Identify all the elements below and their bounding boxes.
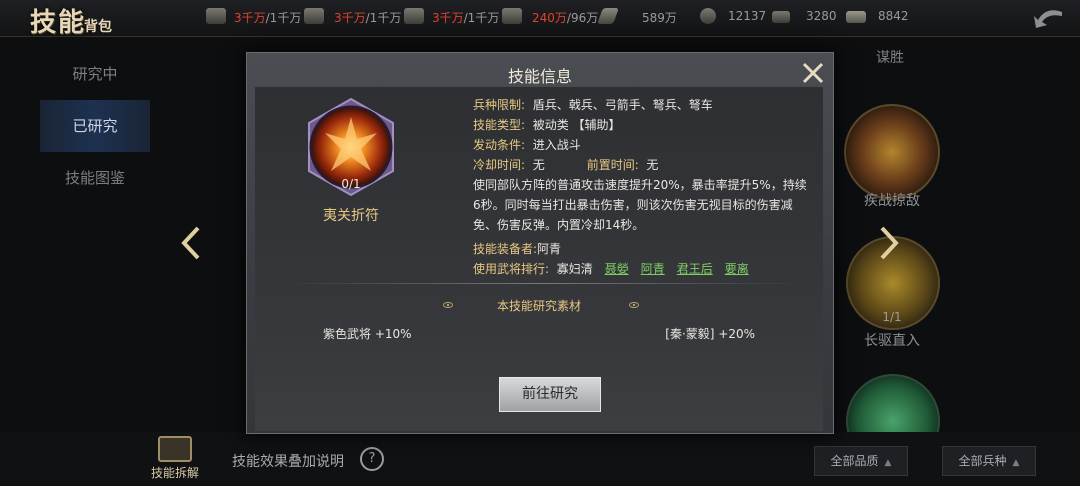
bg-card-label: 长驱直入 <box>864 333 920 349</box>
bg-card-label: 疾战掠敌 <box>864 193 920 209</box>
materials-title: 本技能研究素材 <box>496 299 581 313</box>
skill-details: 兵种限制: 盾兵、戟兵、弓箭手、弩兵、弩车 技能类型: 被动类 【辅助】 发动条… <box>473 95 813 279</box>
skill-info-dialog: 技能信息 0/1 夷关折符 兵种限制: 盾兵、戟兵、弓箭手、弩兵、弩车 技能类型… <box>246 52 834 434</box>
resource-order: 589万 <box>642 11 677 25</box>
quality-filter-select[interactable]: 全部品质 ▲ <box>814 446 908 476</box>
bg-card-top-right[interactable]: 谋胜 <box>848 36 932 68</box>
skill-type-row: 技能类型: 被动类 【辅助】 <box>473 118 621 132</box>
skill-count: 0/1 <box>341 177 361 191</box>
trigger-row: 发动条件: 进入战斗 <box>473 138 581 152</box>
stone-icon <box>404 8 424 24</box>
equipped-row: 技能装备者:阿青 <box>473 242 562 256</box>
go-research-button[interactable]: 前往研究 <box>499 377 601 412</box>
prev-arrow-icon[interactable] <box>180 226 202 260</box>
next-arrow-icon[interactable] <box>878 226 900 260</box>
jade-icon <box>772 11 790 23</box>
grain-icon <box>206 8 226 24</box>
bg-card-right-3[interactable] <box>846 372 940 468</box>
resource-gold: 8842 <box>878 9 909 23</box>
bg-card-count: 1/1 <box>882 310 902 324</box>
skill-description: 使同部队方阵的普通攻击速度提升20%，暴击率提升5%，持续6秒。同时每当打出暴击… <box>473 178 807 232</box>
copper-coin-icon <box>700 8 716 24</box>
ranking-row: 使用武将排行: 寡妇清 聂嫈 阿青 君王后 要离 <box>473 262 749 276</box>
dismantle-icon <box>158 436 192 462</box>
material-left: 紫色武将 +10% <box>323 327 412 341</box>
page-title: 技能 <box>30 8 87 38</box>
material-right: [秦·蒙毅] +20% <box>665 327 755 341</box>
sidebar-item-researching[interactable]: 研究中 <box>40 48 150 100</box>
general-link[interactable]: 聂嫈 <box>605 262 629 276</box>
skill-orb-icon <box>844 104 940 200</box>
ornament-icon <box>629 302 639 308</box>
resource-wood: 3千万/1千万 <box>334 11 402 25</box>
back-arrow-icon[interactable] <box>1032 6 1066 30</box>
sidebar: 研究中 已研究 技能图鉴 <box>40 48 150 204</box>
troop-limit-row: 兵种限制: 盾兵、戟兵、弓箭手、弩兵、弩车 <box>473 98 713 112</box>
close-icon[interactable] <box>801 61 825 85</box>
troop-filter-select[interactable]: 全部兵种 ▲ <box>942 446 1036 476</box>
resource-iron: 240万/96万 <box>532 11 599 25</box>
bg-card-label: 谋胜 <box>876 50 904 66</box>
resource-grain: 3千万/1千万 <box>234 11 302 25</box>
bg-card-right-1[interactable]: 疾战掠敌 <box>840 96 944 214</box>
sidebar-item-skill-codex[interactable]: 技能图鉴 <box>40 152 150 204</box>
dialog-body: 0/1 夷关折符 兵种限制: 盾兵、戟兵、弓箭手、弩兵、弩车 技能类型: 被动类… <box>255 87 823 431</box>
page-subtitle: 背包 <box>84 19 112 35</box>
dropdown-arrow-icon: ▲ <box>1012 458 1020 468</box>
top-bar: 技能 背包 3千万/1千万 3千万/1千万 3千万/1千万 240万/96万 5… <box>0 0 1080 38</box>
dropdown-arrow-icon: ▲ <box>884 458 892 468</box>
iron-icon <box>502 8 522 24</box>
general-link[interactable]: 要离 <box>725 262 749 276</box>
stack-rules-label[interactable]: 技能效果叠加说明 <box>232 451 344 471</box>
general-link[interactable]: 君王后 <box>677 262 713 276</box>
divider <box>283 283 803 284</box>
resource-stone: 3千万/1千万 <box>432 11 500 25</box>
dialog-title: 技能信息 <box>507 67 572 86</box>
wood-icon <box>304 8 324 24</box>
gold-ingot-icon <box>846 11 866 23</box>
general-link[interactable]: 阿青 <box>641 262 665 276</box>
skill-name: 夷关折符 <box>323 208 379 224</box>
resource-jade: 3280 <box>806 9 837 23</box>
skill-dismantle-button[interactable]: 技能拆解 <box>148 436 202 480</box>
order-icon <box>597 8 619 24</box>
cooldown-row: 冷却时间: 无前置时间: 无 <box>473 158 659 172</box>
sidebar-item-researched[interactable]: 已研究 <box>40 100 150 152</box>
help-icon[interactable]: ? <box>360 447 384 471</box>
resource-copper: 12137 <box>728 9 767 23</box>
